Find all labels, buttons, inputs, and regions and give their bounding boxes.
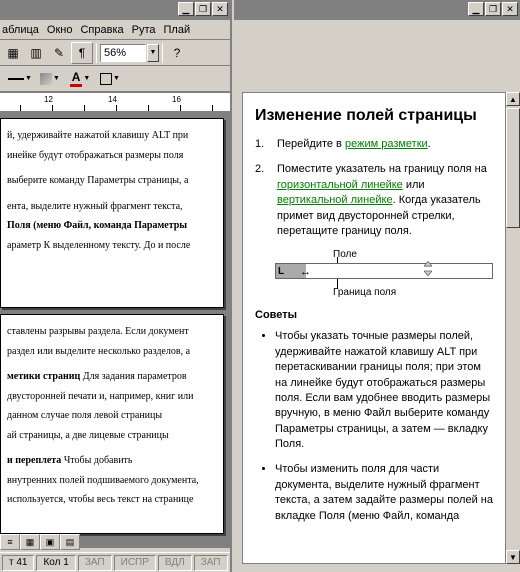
document-page[interactable]: ставлены разрывы раздела. Если документ … <box>0 314 224 534</box>
border-picker[interactable]: ▼ <box>96 69 124 89</box>
web-view-icon[interactable]: ▦ <box>20 534 40 550</box>
doc-text: й, удерживайте нажатой клавишу ALT при <box>7 129 215 143</box>
doc-text: используется, чтобы весь текст на страни… <box>7 493 215 507</box>
help-text: или <box>403 179 425 191</box>
doc-text: Чтобы добавить <box>61 455 132 466</box>
doc-text: ставлены разрывы раздела. Если документ <box>7 325 215 339</box>
menu-window[interactable]: Окно <box>47 24 73 36</box>
layout-mode-link[interactable]: режим разметки <box>345 138 428 150</box>
doc-text-bold: метики страниц <box>7 371 80 382</box>
scroll-thumb[interactable] <box>506 108 520 228</box>
help-text: Перейдите в <box>277 138 345 150</box>
help-icon[interactable]: ? <box>166 42 188 64</box>
ruler-tick-label: 14 <box>108 95 117 104</box>
help-step: Перейдите в режим разметки. <box>255 137 493 152</box>
maximize-button[interactable]: ❐ <box>195 2 211 16</box>
document-area: й, удерживайте нажатой клавишу ALT при и… <box>0 112 230 548</box>
zoom-dropdown[interactable]: ▼ <box>147 44 159 62</box>
line-style-picker[interactable]: ▼ <box>6 69 34 89</box>
doc-text: Для задания параметров <box>80 371 186 382</box>
normal-view-icon[interactable]: ≡ <box>0 534 20 550</box>
tip-item: Чтобы изменить поля для части документа,… <box>275 462 493 524</box>
scroll-down-icon[interactable]: ▼ <box>506 550 520 564</box>
indent-marker-icon <box>424 261 432 281</box>
menubar: аблица Окно Справка Рута Плай <box>0 20 230 40</box>
menu-help[interactable]: Справка <box>80 24 123 36</box>
doc-text: выберите команду Параметры страницы, а <box>7 174 215 188</box>
doc-text: данном случае поля левой страницы <box>7 409 215 423</box>
status-trk[interactable]: ИСПР <box>114 555 156 571</box>
doc-text: двусторонней печати и, например, книг ил… <box>7 390 215 404</box>
status-col: Кол 1 <box>36 555 75 571</box>
status-ovr[interactable]: ЗАП <box>194 555 228 571</box>
doc-text: раздел или выделите несколько разделов, … <box>7 345 215 359</box>
menu-ruta[interactable]: Рута <box>132 24 156 36</box>
help-maximize-button[interactable]: ❐ <box>485 2 501 16</box>
status-bar: т 41 Кол 1 ЗАП ИСПР ВДЛ ЗАП <box>0 552 230 572</box>
vertical-ruler-link[interactable]: вертикальной линейке <box>277 194 393 206</box>
ruler-diagram: Поле L ↔ Граница поля <box>275 249 493 299</box>
close-button[interactable]: ✕ <box>212 2 228 16</box>
doc-text: ента, выделите нужный фрагмент текста, <box>7 200 215 214</box>
zoom-value: 56% <box>104 47 126 59</box>
doc-text: ай страницы, а две лицевые страницы <box>7 429 215 443</box>
menu-table[interactable]: аблица <box>2 24 39 36</box>
show-formatting-icon[interactable]: ¶ <box>71 42 93 64</box>
help-close-button[interactable]: ✕ <box>502 2 518 16</box>
view-mode-buttons: ≡ ▦ ▣ ▤ <box>0 534 80 552</box>
tips-heading: Советы <box>255 309 493 321</box>
ruler-tick-label: 12 <box>44 95 53 104</box>
help-scrollbar[interactable]: ▲ ▼ <box>506 92 520 564</box>
toolbar-standard: ▦ ▥ ✎ ¶ 56% ▼ ? <box>0 40 230 66</box>
doc-text: внутренних полей подшиваемого документа, <box>7 474 215 488</box>
print-layout-icon[interactable]: ▣ <box>40 534 60 550</box>
status-rec[interactable]: ЗАП <box>78 555 112 571</box>
tables-icon[interactable]: ▦ <box>2 42 24 64</box>
document-page[interactable]: й, удерживайте нажатой клавишу ALT при и… <box>0 118 224 308</box>
highlight-picker[interactable]: ▼ <box>36 69 64 89</box>
diagram-label-field: Поле <box>333 249 357 260</box>
help-title: Изменение полей страницы <box>255 107 493 125</box>
doc-text-bold: Поля (меню Файл, команда Параметры <box>7 220 187 231</box>
doc-text-bold: и переплета <box>7 455 61 466</box>
resize-arrow-icon: ↔ <box>300 266 311 278</box>
columns-icon[interactable]: ▥ <box>25 42 47 64</box>
tab-marker-icon: L <box>278 266 284 277</box>
scroll-up-icon[interactable]: ▲ <box>506 92 520 106</box>
help-step: Поместите указатель на границу поля на г… <box>255 162 493 239</box>
help-text: . <box>428 138 431 150</box>
doc-text: араметр К выделенному тексту. До и после <box>7 239 215 253</box>
horizontal-ruler-link[interactable]: горизонтальной линейке <box>277 179 403 191</box>
help-minimize-button[interactable]: ▁ <box>468 2 484 16</box>
tip-item: Чтобы указать точные размеры полей, удер… <box>275 329 493 452</box>
horizontal-ruler[interactable]: 12 14 16 <box>0 92 230 112</box>
zoom-input[interactable]: 56% <box>100 44 146 62</box>
drawing-icon[interactable]: ✎ <box>48 42 70 64</box>
outline-view-icon[interactable]: ▤ <box>60 534 80 550</box>
doc-text: инейке будут отображаться размеры поля <box>7 149 215 163</box>
minimize-button[interactable]: ▁ <box>178 2 194 16</box>
ruler-tick-label: 16 <box>172 95 181 104</box>
diagram-label-boundary: Граница поля <box>333 287 396 298</box>
help-text: Поместите указатель на границу поля на <box>277 163 487 175</box>
toolbar-formatting: ▼ ▼ A▼ ▼ <box>0 66 230 92</box>
menu-play[interactable]: Плай <box>164 24 191 36</box>
status-line: т 41 <box>2 555 34 571</box>
status-ext[interactable]: ВДЛ <box>158 555 192 571</box>
font-color-picker[interactable]: A▼ <box>66 69 94 89</box>
help-content: Изменение полей страницы Перейдите в реж… <box>242 92 506 564</box>
